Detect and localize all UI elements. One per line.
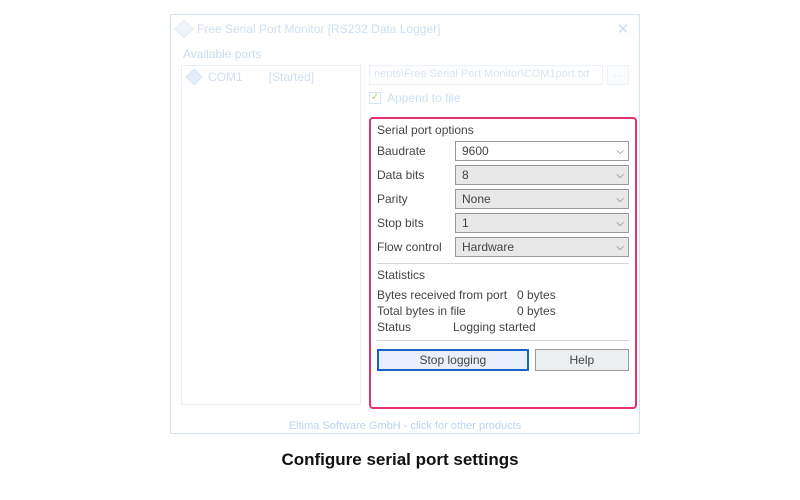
flowcontrol-value: Hardware	[462, 240, 616, 254]
checkmark-icon: ✓	[369, 92, 381, 104]
titlebar[interactable]: Free Serial Port Monitor [RS232 Data Log…	[171, 15, 639, 43]
baudrate-value: 9600	[462, 144, 616, 158]
separator	[377, 263, 629, 264]
parity-label: Parity	[377, 192, 455, 206]
browse-button[interactable]: ...	[607, 65, 629, 85]
append-to-file-checkbox[interactable]: ✓ Append to file	[369, 91, 629, 105]
databits-select[interactable]: 8 ⌵	[455, 165, 629, 185]
baudrate-label: Baudrate	[377, 144, 455, 158]
statistics-group: Statistics Bytes received from port 0 by…	[377, 268, 629, 334]
chevron-down-icon: ⌵	[616, 242, 624, 253]
stop-logging-button[interactable]: Stop logging	[377, 349, 529, 371]
chevron-down-icon: ⌵	[616, 146, 624, 157]
port-status: [Started]	[269, 70, 314, 84]
list-item[interactable]: COM1 [Started]	[188, 70, 354, 84]
page-caption: Configure serial port settings	[0, 450, 800, 470]
window-title: Free Serial Port Monitor [RS232 Data Log…	[197, 22, 613, 36]
append-label: Append to file	[387, 91, 460, 105]
stopbits-label: Stop bits	[377, 216, 455, 230]
options-group-label: Serial port options	[377, 121, 629, 141]
ports-list[interactable]: COM1 [Started]	[181, 65, 361, 405]
bytes-received-value: 0 bytes	[517, 288, 556, 302]
flowcontrol-label: Flow control	[377, 240, 455, 254]
statistics-group-label: Statistics	[377, 268, 629, 286]
close-icon[interactable]: ✕	[613, 20, 633, 38]
chevron-down-icon: ⌵	[616, 218, 624, 229]
baudrate-select[interactable]: 9600 ⌵	[455, 141, 629, 161]
app-window: Free Serial Port Monitor [RS232 Data Log…	[170, 14, 640, 434]
databits-label: Data bits	[377, 168, 455, 182]
help-button[interactable]: Help	[535, 349, 629, 371]
serial-port-options-panel: Serial port options Baudrate 9600 ⌵ Data…	[369, 117, 637, 409]
status-label: Status	[377, 320, 453, 334]
total-bytes-value: 0 bytes	[517, 304, 556, 318]
bytes-received-label: Bytes received from port	[377, 288, 517, 302]
port-icon	[186, 69, 203, 86]
chevron-down-icon: ⌵	[616, 194, 624, 205]
databits-value: 8	[462, 168, 616, 182]
parity-select[interactable]: None ⌵	[455, 189, 629, 209]
stopbits-select[interactable]: 1 ⌵	[455, 213, 629, 233]
log-file-path[interactable]: nents\Free Serial Port Monitor\COM1port.…	[369, 65, 603, 85]
separator	[377, 340, 629, 341]
flowcontrol-select[interactable]: Hardware ⌵	[455, 237, 629, 257]
stopbits-value: 1	[462, 216, 616, 230]
port-name: COM1	[208, 70, 243, 84]
right-column: nents\Free Serial Port Monitor\COM1port.…	[369, 65, 629, 405]
parity-value: None	[462, 192, 616, 206]
available-ports-label: Available ports	[171, 43, 639, 65]
footer-link[interactable]: Eltima Software GmbH - click for other p…	[171, 420, 639, 432]
app-icon	[174, 19, 194, 39]
status-value: Logging started	[453, 320, 536, 334]
total-bytes-label: Total bytes in file	[377, 304, 517, 318]
chevron-down-icon: ⌵	[616, 170, 624, 181]
